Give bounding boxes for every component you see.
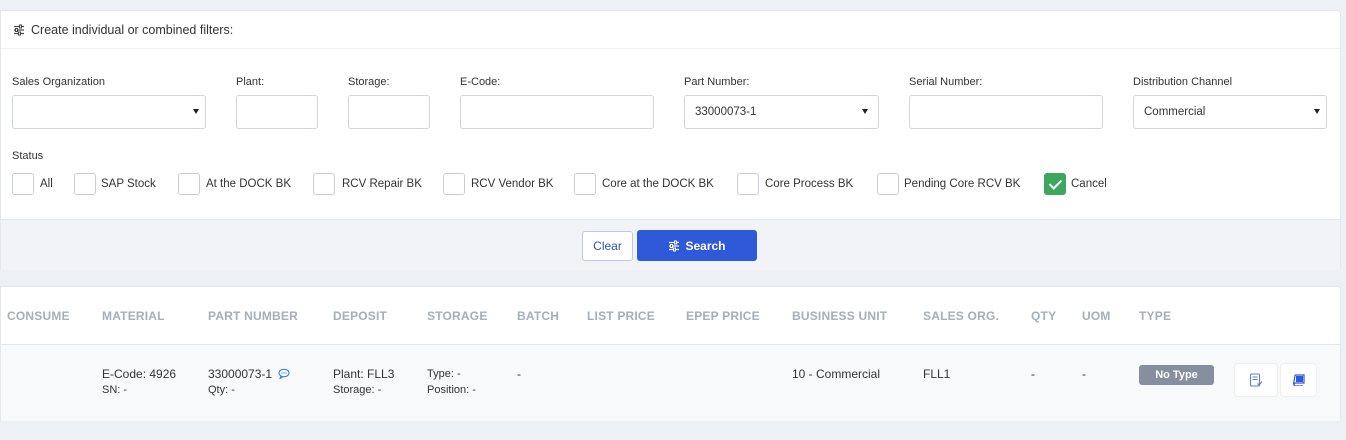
status-rcv-vendor-checkbox[interactable] — [443, 173, 465, 195]
status-core-dock-checkbox[interactable] — [574, 173, 596, 195]
col-list-price: LIST PRICE — [587, 309, 656, 323]
status-pending-core-label: Pending Core RCV BK — [904, 178, 1021, 190]
status-rcv-repair-checkbox[interactable] — [313, 173, 335, 195]
status-rcv-repair-label: RCV Repair BK — [342, 178, 422, 190]
part-number-select[interactable]: 33000073-1 — [684, 95, 879, 129]
part-number-label: Part Number: — [684, 76, 750, 88]
status-cancel-label: Cancel — [1071, 178, 1107, 190]
sales-org-label: Sales Organization — [12, 76, 105, 88]
status-all-checkbox[interactable] — [12, 173, 34, 195]
status-cancel-checkbox[interactable] — [1044, 173, 1066, 195]
status-sap-stock-checkbox[interactable] — [74, 173, 96, 195]
status-label: Status — [12, 150, 44, 162]
business-unit-value: 10 - Commercial — [792, 367, 881, 381]
comment-icon[interactable] — [278, 368, 290, 380]
table-row: E-Code: 4926 SN: - 33000073-1 Qty: - Pla… — [1, 345, 1340, 421]
serial-number-input[interactable] — [909, 95, 1103, 129]
plant-label: Plant: — [236, 76, 265, 88]
results-table: CONSUME MATERIAL PART NUMBER DEPOSIT STO… — [0, 286, 1341, 421]
ecode-label: E-Code: — [460, 76, 501, 88]
book-button[interactable] — [1280, 363, 1317, 397]
col-uom: UOM — [1082, 309, 1111, 323]
col-qty: QTY — [1031, 309, 1057, 323]
plant-input[interactable] — [236, 95, 318, 129]
part-number-text: 33000073-1 — [208, 367, 273, 381]
deposit-storage: Storage: - — [333, 384, 382, 396]
col-material: MATERIAL — [102, 309, 165, 323]
material-sn: SN: - — [102, 384, 128, 396]
status-at-dock-checkbox[interactable] — [178, 173, 200, 195]
col-consume: CONSUME — [7, 309, 70, 323]
status-at-dock-label: At the DOCK BK — [206, 178, 292, 190]
sliders-icon — [14, 24, 24, 35]
status-core-process-checkbox[interactable] — [737, 173, 759, 195]
col-sales-org: SALES ORG. — [923, 309, 1000, 323]
filter-actions-bar: Clear Search — [1, 219, 1340, 270]
caret-down-icon — [193, 109, 199, 114]
col-batch: BATCH — [517, 309, 560, 323]
status-pending-core-checkbox[interactable] — [877, 173, 899, 195]
clear-button[interactable]: Clear — [582, 231, 633, 261]
col-business-unit: BUSINESS UNIT — [792, 309, 888, 323]
filter-header: Create individual or combined filters: — [1, 11, 1340, 49]
part-number-value: 33000073-1 — [695, 106, 757, 118]
caret-down-icon — [1314, 109, 1320, 114]
book-icon — [1292, 374, 1305, 386]
uom-value: - — [1082, 367, 1086, 381]
filter-header-text: Create individual or combined filters: — [31, 22, 234, 37]
storage-label: Storage: — [348, 76, 390, 88]
sales-org-select[interactable] — [12, 95, 206, 129]
sales-org-value: FLL1 — [923, 367, 951, 381]
status-sap-stock-label: SAP Stock — [101, 178, 156, 190]
status-all-label: All — [40, 178, 53, 190]
details-button[interactable] — [1234, 363, 1278, 397]
table-header: CONSUME MATERIAL PART NUMBER DEPOSIT STO… — [1, 287, 1340, 345]
col-deposit: DEPOSIT — [333, 309, 388, 323]
part-qty: Qty: - — [208, 384, 235, 396]
col-part-number: PART NUMBER — [208, 309, 298, 323]
ecode-input[interactable] — [460, 95, 654, 129]
search-button[interactable]: Search — [637, 230, 757, 261]
deposit-plant: Plant: FLL3 — [333, 367, 395, 381]
filter-panel: Create individual or combined filters: S… — [0, 10, 1341, 270]
checklist-icon — [1249, 373, 1263, 387]
status-core-dock-label: Core at the DOCK BK — [602, 178, 714, 190]
sliders-icon — [669, 240, 680, 251]
serial-number-label: Serial Number: — [909, 76, 983, 88]
storage-input[interactable] — [348, 95, 430, 129]
distribution-channel-select[interactable]: Commercial — [1133, 95, 1327, 129]
col-epep-price: EPEP PRICE — [686, 309, 760, 323]
distribution-channel-label: Distribution Channel — [1133, 76, 1233, 88]
col-storage: STORAGE — [427, 309, 488, 323]
distribution-channel-value: Commercial — [1144, 106, 1206, 118]
part-number-value: 33000073-1 — [208, 367, 290, 381]
col-type: TYPE — [1139, 309, 1172, 323]
type-badge: No Type — [1139, 365, 1214, 385]
status-core-process-label: Core Process BK — [765, 178, 854, 190]
search-button-label: Search — [685, 238, 726, 253]
batch-value: - — [517, 367, 521, 381]
storage-type: Type: - — [427, 368, 461, 380]
material-ecode: E-Code: 4926 — [102, 367, 177, 381]
status-rcv-vendor-label: RCV Vendor BK — [471, 178, 554, 190]
qty-value: - — [1031, 367, 1035, 381]
caret-down-icon — [862, 109, 868, 114]
storage-position: Position: - — [427, 384, 476, 396]
